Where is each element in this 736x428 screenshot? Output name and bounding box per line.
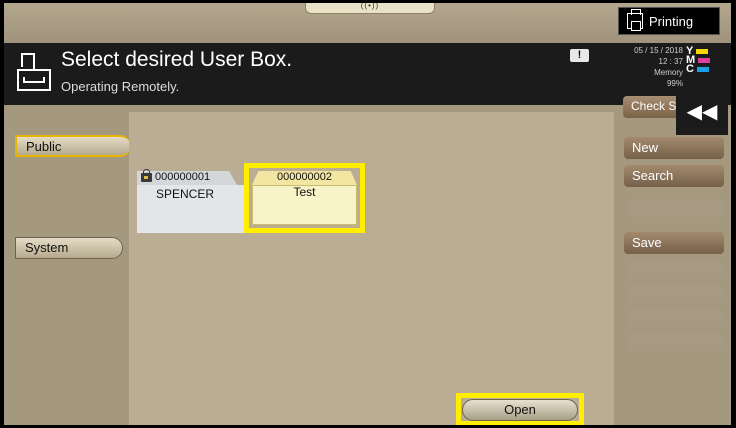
time-text: 12 : 37 bbox=[658, 57, 683, 66]
page-title: Select desired User Box. bbox=[61, 48, 293, 71]
collapse-panel-icon[interactable]: ◀◀ bbox=[676, 89, 728, 135]
box-number: 000000002 bbox=[276, 171, 333, 183]
date-text: 05 / 15 / 2018 bbox=[634, 46, 683, 55]
disabled-slot bbox=[626, 285, 722, 303]
printer-icon bbox=[627, 9, 643, 31]
save-button[interactable]: Save bbox=[624, 232, 724, 254]
screen-frame: ((•)) Printing Select desired User Box. … bbox=[4, 3, 731, 425]
new-button[interactable]: New bbox=[624, 137, 724, 159]
disabled-slot bbox=[626, 309, 722, 327]
search-button[interactable]: Search bbox=[624, 165, 724, 187]
pull-down-handle[interactable]: ((•)) bbox=[305, 3, 435, 14]
disabled-slot bbox=[626, 333, 722, 351]
warning-icon[interactable]: ! bbox=[570, 49, 589, 62]
printing-label: Printing bbox=[649, 13, 694, 29]
box-number: 000000001 bbox=[155, 171, 211, 183]
user-box-item[interactable]: 000000001 SPENCER bbox=[137, 169, 245, 233]
toner-bar-magenta bbox=[698, 58, 711, 63]
open-button[interactable]: Open bbox=[462, 399, 578, 421]
header-bar: Select desired User Box. Operating Remot… bbox=[4, 43, 731, 105]
tab-public[interactable]: Public bbox=[15, 135, 131, 157]
page-subtitle: Operating Remotely. bbox=[61, 79, 180, 94]
disabled-slot bbox=[626, 261, 722, 279]
memory-value: 99% bbox=[666, 79, 683, 88]
toner-bar-yellow bbox=[696, 49, 709, 54]
toner-bar-cyan bbox=[696, 67, 709, 72]
box-name: Test bbox=[293, 185, 316, 199]
user-box-list: 000000001 SPENCER 000000002 Test bbox=[129, 112, 614, 425]
user-box-item-selected[interactable]: 000000002 Test bbox=[244, 163, 365, 233]
handle-glyph: ((•)) bbox=[360, 3, 380, 10]
lock-icon bbox=[141, 169, 152, 182]
printing-button[interactable]: Printing bbox=[618, 7, 720, 35]
tab-system[interactable]: System bbox=[15, 237, 123, 259]
disabled-slot bbox=[626, 199, 722, 217]
memory-label: Memory bbox=[654, 68, 683, 77]
user-box-icon bbox=[17, 53, 51, 91]
toner-indicator: Y M C bbox=[686, 46, 711, 75]
status-info: 05 / 15 / 2018 12 : 37 Memory 99% bbox=[619, 45, 683, 89]
box-name: SPENCER bbox=[155, 187, 214, 201]
toner-letter: C bbox=[686, 63, 694, 75]
